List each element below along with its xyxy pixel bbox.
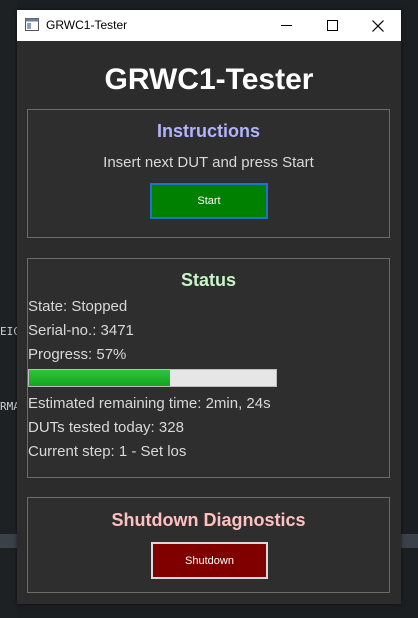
progress-text: Progress: 57% — [28, 346, 127, 363]
shutdown-panel: Shutdown Diagnostics Shutdown — [27, 497, 390, 593]
status-title: Status — [180, 270, 236, 290]
maximize-button[interactable] — [309, 10, 355, 41]
shutdown-diagnostics-title: Shutdown Diagnostics — [111, 510, 306, 530]
background-scrollbar-left — [0, 534, 17, 548]
minimize-button[interactable] — [263, 10, 309, 41]
close-icon — [372, 19, 384, 32]
serial-number-text: Serial-no.: 3471 — [28, 322, 134, 339]
progress-bar-fill — [29, 370, 170, 386]
background-scrollbar-right — [401, 534, 418, 548]
app-window-icon — [25, 18, 39, 31]
minimize-icon — [280, 25, 292, 26]
duts-tested-text: DUTs tested today: 328 — [28, 419, 184, 436]
title-bar[interactable]: GRWC1-Tester — [17, 10, 401, 41]
status-panel: Status State: Stopped Serial-no.: 3471 P… — [27, 258, 390, 478]
remaining-time-text: Estimated remaining time: 2min, 24s — [28, 395, 271, 412]
instructions-title: Instructions — [156, 121, 260, 141]
current-step-text: Current step: 1 - Set los — [28, 443, 187, 460]
progress-bar — [28, 369, 277, 387]
maximize-icon — [326, 20, 338, 31]
background-window — [0, 0, 17, 618]
start-button[interactable]: Start — [150, 183, 268, 219]
shutdown-button[interactable]: Shutdown — [151, 542, 268, 579]
instructions-panel: Instructions Insert next DUT and press S… — [27, 109, 390, 238]
instructions-message: Insert next DUT and press Start — [103, 154, 314, 171]
app-window: GRWC1-Tester GRWC1-Tester Instructions I… — [17, 10, 401, 604]
page-title: GRWC1-Tester — [104, 63, 314, 96]
close-button[interactable] — [355, 10, 401, 41]
state-text: State: Stopped — [28, 298, 128, 315]
window-title: GRWC1-Tester — [46, 18, 128, 32]
